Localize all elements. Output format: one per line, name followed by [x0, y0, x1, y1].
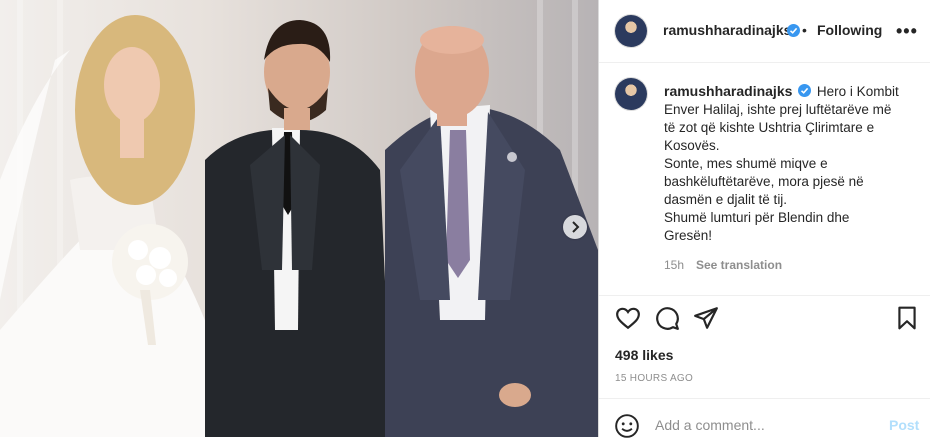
carousel-dot [289, 437, 294, 442]
more-options-button[interactable]: ••• [896, 21, 918, 42]
following-button[interactable]: Following [817, 22, 882, 38]
caption-line: Kosovës. [664, 138, 720, 153]
verified-badge-icon [798, 84, 812, 97]
caption-line: Sonte, mes shumë miqve e [664, 156, 828, 171]
verified-badge-icon [787, 24, 800, 37]
action-bar-divider [599, 295, 930, 297]
post-photo[interactable] [0, 0, 598, 437]
caption-username[interactable]: ramushharadinajks [664, 83, 792, 99]
comment-input[interactable]: Add a comment... [655, 417, 765, 433]
caption-line: Enver Halilaj, ishte prej luftëtarëve më [664, 102, 892, 117]
carousel-indicator [280, 429, 307, 447]
carousel-dot [298, 437, 303, 442]
comment-bubble-icon[interactable] [654, 305, 680, 331]
post-comment-button[interactable]: Post [889, 417, 919, 433]
caption-line-0: ramushharadinajks Hero i Kombit [664, 82, 914, 101]
heart-icon[interactable] [615, 305, 641, 331]
caption-line: të zot që kishte Ushtria Çlirimtare e [664, 120, 875, 135]
bookmark-icon[interactable] [894, 305, 920, 331]
wedding-photo-image [0, 0, 598, 437]
post-caption: ramushharadinajks Hero i Kombit Enver Ha… [664, 82, 914, 245]
caption-text: Hero i Kombit [816, 84, 899, 99]
post-time[interactable]: 15h [664, 258, 684, 272]
carousel-dot-active [280, 437, 285, 442]
chevron-right-icon [572, 221, 580, 233]
post-header: ramushharadinajks • Following ••• [599, 0, 930, 63]
posted-ago[interactable]: 15 HOURS AGO [615, 373, 693, 384]
caption-line: Gresën! [664, 228, 713, 243]
caption-line: Shumë lumturi për Blendin dhe [664, 210, 850, 225]
avatar[interactable] [615, 15, 647, 47]
carousel-next-button[interactable] [563, 215, 587, 239]
header-username[interactable]: ramushharadinajks [663, 22, 791, 38]
likes-count[interactable]: 498 likes [615, 347, 673, 363]
caption-avatar[interactable] [615, 78, 647, 110]
follow-separator: • [802, 22, 807, 38]
caption-line: dasmën e djalit të tij. [664, 192, 788, 207]
paper-plane-icon[interactable] [693, 305, 719, 331]
smiley-icon[interactable] [614, 413, 640, 439]
see-translation-button[interactable]: See translation [696, 258, 782, 272]
post-details-panel: ramushharadinajks • Following ••• ramush… [599, 0, 930, 439]
caption-line: bashkëluftëtarëve, mora pjesë në [664, 174, 864, 189]
